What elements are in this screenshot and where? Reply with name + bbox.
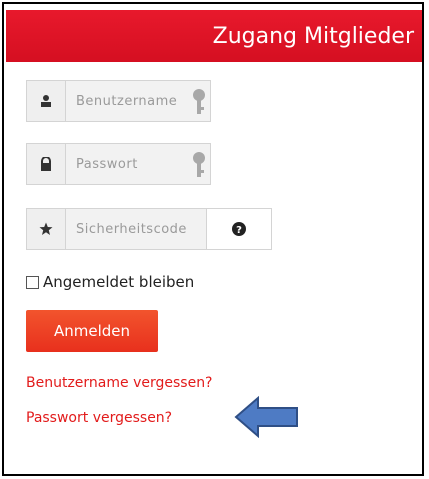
star-icon xyxy=(27,209,66,249)
svg-text:?: ? xyxy=(236,225,242,236)
security-code-input[interactable] xyxy=(66,209,206,249)
forgot-password-link[interactable]: Passwort vergessen? xyxy=(26,410,172,426)
remember-label: Angemeldet bleiben xyxy=(43,273,195,291)
username-group xyxy=(26,80,211,122)
key-icon xyxy=(192,151,206,183)
remember-me[interactable]: Angemeldet bleiben xyxy=(26,273,194,291)
password-input[interactable] xyxy=(66,144,210,184)
forgot-username-link[interactable]: Benutzername vergessen? xyxy=(26,375,213,391)
username-input[interactable] xyxy=(66,81,210,121)
help-button[interactable]: ? xyxy=(206,209,271,249)
key-icon xyxy=(192,88,206,120)
security-group: ? xyxy=(26,208,272,250)
user-icon xyxy=(27,81,66,121)
question-icon: ? xyxy=(232,222,246,236)
page-title: Zugang Mitglieder xyxy=(212,24,414,49)
remember-checkbox[interactable] xyxy=(26,275,39,289)
login-button[interactable]: Anmelden xyxy=(26,310,158,352)
lock-icon xyxy=(27,144,66,184)
arrow-left-icon xyxy=(234,396,298,438)
login-header: Zugang Mitglieder xyxy=(6,10,422,62)
password-group xyxy=(26,143,211,185)
